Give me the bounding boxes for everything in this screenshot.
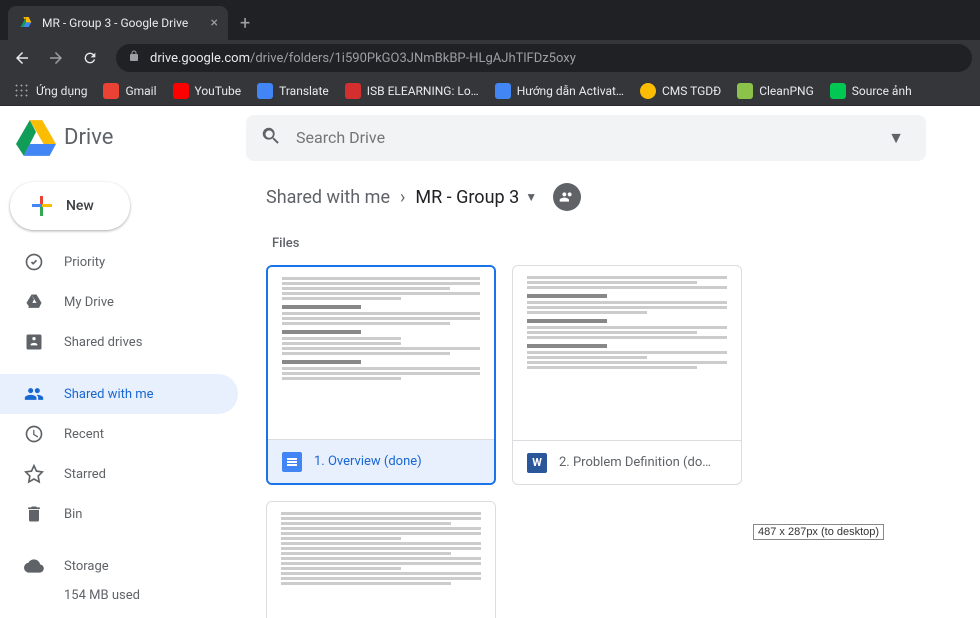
priority-icon (24, 252, 44, 272)
search-dropdown-icon[interactable]: ▼ (880, 128, 912, 148)
sidebar-item-recent[interactable]: Recent (0, 414, 238, 454)
lock-icon (128, 50, 140, 66)
gmail-icon (103, 83, 119, 99)
files-label: Files (272, 236, 964, 251)
storage-used: 154 MB used (0, 588, 250, 603)
sidebar-item-shareddrives[interactable]: Shared drives (0, 322, 238, 362)
plus-icon (30, 194, 54, 218)
back-button[interactable] (8, 44, 36, 72)
file-preview (268, 267, 494, 439)
apps-button[interactable]: Ứng dụng (8, 79, 93, 103)
bookmark-source[interactable]: Source ảnh (824, 79, 918, 103)
shareddrives-icon (24, 332, 44, 352)
new-tab-button[interactable]: + (228, 13, 262, 34)
new-button-label: New (66, 198, 94, 214)
mydrive-icon (24, 292, 44, 312)
reload-button[interactable] (76, 44, 104, 72)
evernote-icon (830, 83, 846, 99)
sidebar-item-starred[interactable]: Starred (0, 454, 238, 494)
breadcrumb: Shared with me › MR - Group 3 ▼ (266, 176, 964, 218)
translate-icon (257, 83, 273, 99)
bookmark-gmail[interactable]: Gmail (97, 79, 162, 103)
drive-logo[interactable]: Drive (16, 118, 246, 158)
bookmark-cleanpng[interactable]: CleanPNG (731, 79, 820, 103)
files-grid: 1. Overview (done) 2. Problem Definition… (266, 265, 964, 618)
breadcrumb-dropdown-icon[interactable]: ▼ (525, 190, 537, 204)
search-input[interactable] (296, 128, 866, 147)
file-name: 1. Overview (done) (314, 454, 422, 469)
sidebar-item-shared[interactable]: Shared with me (0, 374, 238, 414)
bookmark-isb[interactable]: ISB ELEARNING: Lo… (339, 79, 485, 103)
sidebar-item-mydrive[interactable]: My Drive (0, 282, 238, 322)
browser-address-bar: drive.google.com/drive/folders/1i590PkGO… (0, 40, 980, 76)
search-box[interactable]: ▼ (246, 115, 926, 161)
docs-icon (282, 452, 302, 472)
sidebar-item-bin[interactable]: Bin (0, 494, 238, 534)
url-field[interactable]: drive.google.com/drive/folders/1i590PkGO… (116, 44, 972, 72)
bookmark-cms[interactable]: CMS TGDĐ (634, 79, 727, 103)
isb-icon (345, 83, 361, 99)
dimension-tooltip: 487 x 287px (to desktop) (753, 524, 884, 540)
file-preview (267, 502, 495, 618)
bookmarks-bar: Ứng dụng Gmail YouTube Translate ISB ELE… (0, 76, 980, 106)
breadcrumb-current[interactable]: MR - Group 3 (415, 187, 519, 208)
file-footer: 1. Overview (done) (268, 439, 494, 483)
youtube-icon (173, 83, 189, 99)
file-footer: 2. Problem Definition (do… (513, 440, 741, 484)
sidebar-item-storage[interactable]: Storage (0, 546, 238, 586)
cms-icon (640, 83, 656, 99)
url-host: drive.google.com (150, 51, 250, 66)
file-card[interactable]: 3. Customer satisfaction … (266, 501, 496, 618)
search-icon (260, 125, 282, 151)
drive-logo-text: Drive (64, 125, 113, 150)
browser-tab-strip: MR - Group 3 - Google Drive × + (0, 0, 980, 40)
file-preview (513, 266, 741, 440)
docs-icon (495, 83, 511, 99)
word-icon (527, 453, 547, 473)
drive-header: Drive ▼ (0, 106, 980, 170)
shared-icon (24, 384, 44, 404)
bookmark-youtube[interactable]: YouTube (167, 79, 248, 103)
starred-icon (24, 464, 44, 484)
cleanpng-icon (737, 83, 753, 99)
browser-tab[interactable]: MR - Group 3 - Google Drive × (8, 6, 228, 40)
tab-close-icon[interactable]: × (211, 15, 218, 31)
storage-icon (24, 556, 44, 576)
drive-favicon (18, 15, 34, 31)
file-card[interactable]: 2. Problem Definition (do… (512, 265, 742, 485)
bin-icon (24, 504, 44, 524)
url-path: /drive/folders/1i590PkGO3JNmBkBP-HLgAJhT… (250, 51, 576, 66)
main-content: Shared with me › MR - Group 3 ▼ Files (250, 170, 980, 618)
bookmark-translate[interactable]: Translate (251, 79, 335, 103)
recent-icon (24, 424, 44, 444)
file-card[interactable]: 1. Overview (done) (266, 265, 496, 485)
drive-app: Drive ▼ New Priority My Drive Shared dri… (0, 106, 980, 618)
new-button[interactable]: New (10, 182, 130, 230)
sidebar: New Priority My Drive Shared drives Shar… (0, 170, 250, 618)
drive-logo-icon (16, 118, 56, 158)
apps-icon (14, 83, 30, 99)
file-name: 2. Problem Definition (do… (559, 455, 711, 470)
sidebar-item-priority[interactable]: Priority (0, 242, 238, 282)
drive-body: New Priority My Drive Shared drives Shar… (0, 170, 980, 618)
shared-badge-icon[interactable] (553, 183, 581, 211)
bookmark-huongdan[interactable]: Hướng dẫn Activat… (489, 79, 630, 103)
forward-button[interactable] (42, 44, 70, 72)
breadcrumb-root[interactable]: Shared with me (266, 187, 390, 208)
tab-title: MR - Group 3 - Google Drive (42, 16, 188, 30)
search-wrap: ▼ (246, 115, 964, 161)
chevron-right-icon: › (400, 187, 405, 208)
